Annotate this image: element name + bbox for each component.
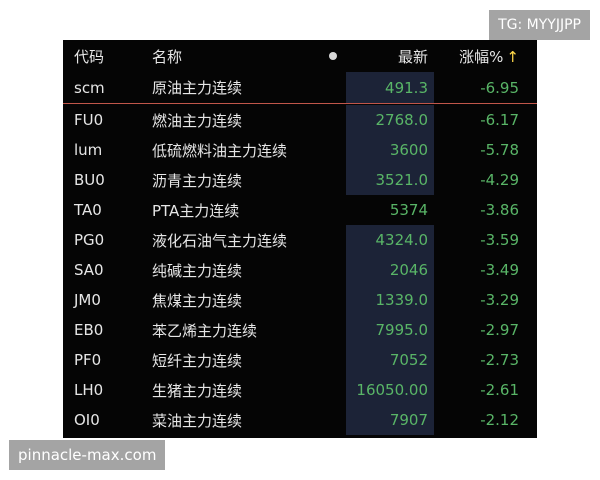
table-body: scm 原油主力连续 491.3 -6.95 FU0 燃油主力连续 2768.0 -6.17 l… — [63, 72, 537, 435]
table-row[interactable]: scm 原油主力连续 491.3 -6.95 — [63, 72, 537, 104]
row-change-pct: -2.97 — [480, 321, 519, 339]
row-change-pct: -2.12 — [480, 411, 519, 429]
table-row[interactable]: LH0 生猪主力连续 16050.00 -2.61 — [63, 375, 537, 405]
watermark-tg: TG: MYYJJPP — [489, 10, 590, 40]
row-last-price: 7995.0 — [346, 315, 434, 345]
row-last-price: 4324.0 — [346, 225, 434, 255]
row-last-price: 16050.00 — [346, 375, 434, 405]
header-name[interactable]: 名称 — [139, 46, 320, 67]
row-name: 低硫燃料油主力连续 — [152, 141, 288, 160]
row-code: scm — [74, 78, 105, 97]
table-header: 代码 名称 最新 涨幅% ↑ — [63, 40, 537, 72]
table-row[interactable]: EB0 苯乙烯主力连续 7995.0 -2.97 — [63, 315, 537, 345]
row-code: OI0 — [74, 411, 100, 429]
quote-table: 代码 名称 最新 涨幅% ↑ scm 原油主力连续 491.3 -6.95 FU0 燃油主力… — [63, 40, 537, 438]
row-code: BU0 — [74, 171, 105, 189]
row-change-pct: -3.59 — [480, 231, 519, 249]
table-row[interactable]: JM0 焦煤主力连续 1339.0 -3.29 — [63, 285, 537, 315]
header-change[interactable]: 涨幅% ↑ — [434, 46, 537, 67]
row-name: 菜油主力连续 — [152, 411, 243, 430]
row-change-pct: -6.95 — [480, 78, 519, 97]
table-row[interactable]: SA0 纯碱主力连续 2046 -3.49 — [63, 255, 537, 285]
row-name: 液化石油气主力连续 — [152, 231, 288, 250]
table-row[interactable]: TA0 PTA主力连续 5374 -3.86 — [63, 195, 537, 225]
watermark-site: pinnacle-max.com — [9, 440, 166, 470]
row-change-pct: -3.49 — [480, 261, 519, 279]
row-code: TA0 — [74, 201, 102, 219]
row-code: LH0 — [74, 381, 104, 399]
row-code: JM0 — [74, 291, 101, 309]
dot-icon — [320, 52, 346, 60]
table-row[interactable]: BU0 沥青主力连续 3521.0 -4.29 — [63, 165, 537, 195]
row-last-price: 3600 — [346, 135, 434, 165]
row-last-price: 2046 — [346, 255, 434, 285]
header-change-label: 涨幅% — [459, 47, 504, 66]
row-change-pct: -2.73 — [480, 351, 519, 369]
header-code[interactable]: 代码 — [63, 46, 139, 67]
row-last-price: 491.3 — [346, 72, 434, 103]
row-last-price: 7907 — [346, 405, 434, 435]
row-change-pct: -2.61 — [480, 381, 519, 399]
table-row[interactable]: OI0 菜油主力连续 7907 -2.12 — [63, 405, 537, 435]
row-name: 燃油主力连续 — [152, 111, 243, 130]
table-row[interactable]: PF0 短纤主力连续 7052 -2.73 — [63, 345, 537, 375]
header-last[interactable]: 最新 — [346, 40, 434, 72]
row-name: 苯乙烯主力连续 — [152, 321, 258, 340]
table-row[interactable]: lum 低硫燃料油主力连续 3600 -5.78 — [63, 135, 537, 165]
table-row[interactable]: PG0 液化石油气主力连续 4324.0 -3.59 — [63, 225, 537, 255]
table-row[interactable]: FU0 燃油主力连续 2768.0 -6.17 — [63, 105, 537, 135]
row-change-pct: -4.29 — [480, 171, 519, 189]
row-name: 短纤主力连续 — [152, 351, 243, 370]
row-code: SA0 — [74, 261, 104, 279]
row-last-price: 2768.0 — [346, 105, 434, 135]
row-code: FU0 — [74, 111, 104, 129]
row-last-price: 3521.0 — [346, 165, 434, 195]
row-change-pct: -5.78 — [480, 141, 519, 159]
sort-arrow-up-icon[interactable]: ↑ — [506, 48, 519, 66]
row-name: 焦煤主力连续 — [152, 291, 243, 310]
row-name: PTA主力连续 — [152, 201, 240, 220]
row-change-pct: -3.29 — [480, 291, 519, 309]
row-name: 原油主力连续 — [152, 79, 243, 97]
row-name: 生猪主力连续 — [152, 381, 243, 400]
row-code: PG0 — [74, 231, 105, 249]
row-code: lum — [74, 141, 103, 159]
row-change-pct: -3.86 — [480, 201, 519, 219]
row-change-pct: -6.17 — [480, 111, 519, 129]
row-code: PF0 — [74, 351, 102, 369]
row-last-price: 1339.0 — [346, 285, 434, 315]
row-name: 纯碱主力连续 — [152, 261, 243, 280]
row-name: 沥青主力连续 — [152, 171, 243, 190]
row-last-price: 7052 — [346, 345, 434, 375]
row-code: EB0 — [74, 321, 104, 339]
row-last-price: 5374 — [389, 201, 428, 219]
